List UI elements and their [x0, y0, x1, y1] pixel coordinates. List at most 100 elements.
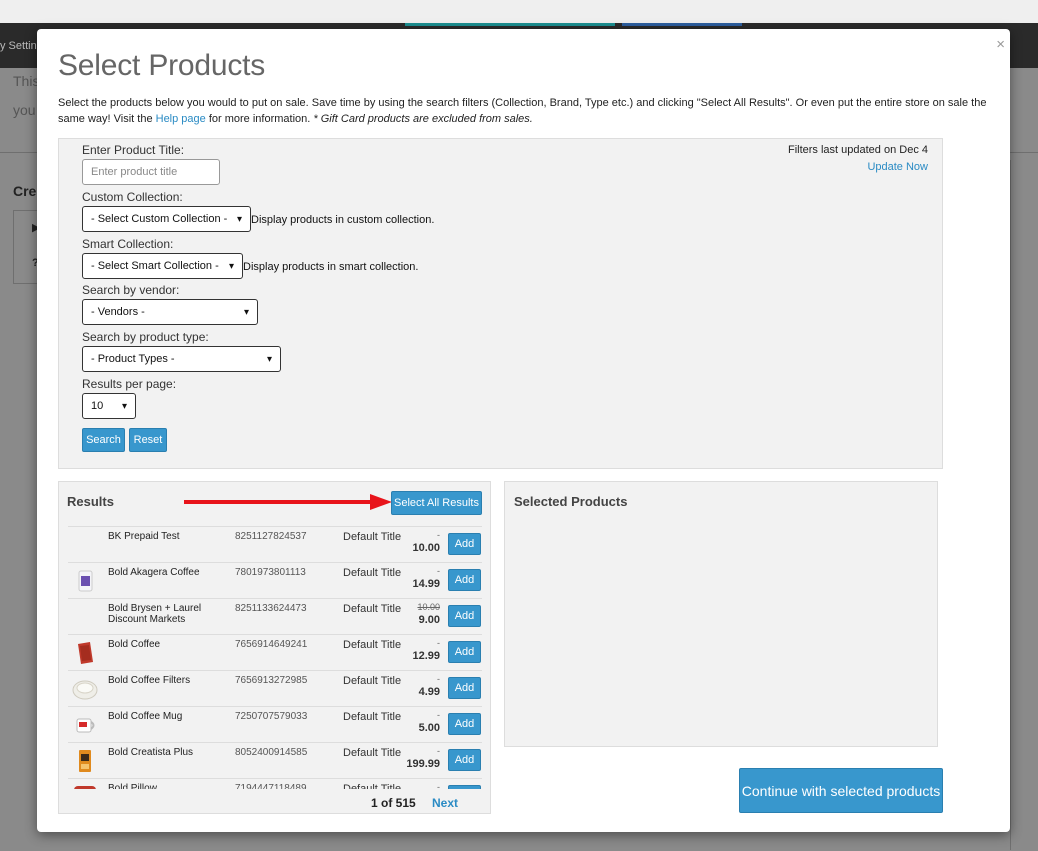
- product-name: Bold Akagera Coffee: [108, 567, 200, 578]
- custom-collection-select[interactable]: - Select Custom Collection - ▾: [82, 206, 251, 232]
- help-page-link[interactable]: Help page: [156, 113, 206, 125]
- original-price: -: [437, 530, 440, 540]
- product-sku: 7194447118489: [235, 783, 307, 789]
- product-thumbnail: [70, 676, 100, 702]
- chevron-down-icon: ▾: [228, 260, 234, 272]
- results-per-page-value: 10: [91, 400, 104, 412]
- select-products-modal: × Select Products Select the products be…: [37, 29, 1010, 832]
- close-button[interactable]: ×: [996, 37, 1005, 52]
- filters-updated-text: Filters last updated on Dec 4: [787, 144, 928, 156]
- add-product-button[interactable]: Add: [448, 785, 481, 789]
- product-sku: 7656913272985: [235, 675, 308, 686]
- product-sku: 8251127824537: [235, 531, 307, 542]
- custom-collection-value: - Select Custom Collection -: [91, 213, 228, 225]
- product-variant: Default Title: [343, 567, 402, 579]
- product-thumbnail: [70, 640, 100, 666]
- background-heading: Cre: [13, 183, 37, 199]
- add-product-button[interactable]: Add: [448, 533, 481, 555]
- product-type-select[interactable]: - Product Types - ▾: [82, 346, 281, 372]
- search-button[interactable]: Search: [82, 428, 125, 452]
- product-variant: Default Title: [343, 603, 402, 615]
- select-all-results-button[interactable]: Select All Results: [391, 491, 482, 515]
- vendor-value: - Vendors -: [91, 306, 145, 318]
- red-arrow-icon: [184, 494, 392, 510]
- product-variant: Default Title: [343, 675, 402, 687]
- results-title: Results: [67, 494, 114, 509]
- product-thumbnail: [70, 604, 100, 630]
- product-thumbnail: [70, 712, 100, 738]
- product-price: 12.99: [412, 650, 440, 662]
- background-top-bar: [0, 0, 1038, 23]
- custom-collection-label: Custom Collection:: [82, 190, 183, 204]
- add-product-button[interactable]: Add: [448, 569, 481, 591]
- add-product-button[interactable]: Add: [448, 749, 481, 771]
- smart-collection-note: Display products in smart collection.: [243, 261, 419, 273]
- product-thumbnail: [70, 784, 100, 789]
- product-price: 10.00: [412, 542, 440, 554]
- table-row: BK Prepaid Test 8251127824537 Default Titl…: [68, 527, 482, 563]
- product-thumbnail: [70, 532, 100, 558]
- product-sku: 8251133624473: [235, 603, 307, 614]
- product-sku: 7250707579033: [235, 711, 308, 722]
- original-price: -: [437, 710, 440, 720]
- filter-panel: Filters last updated on Dec 4 Update Now…: [58, 138, 943, 469]
- product-price: 9.00: [418, 614, 440, 626]
- product-name: Bold Creatista Plus: [108, 747, 194, 758]
- product-thumbnail: [70, 568, 100, 594]
- modal-title: Select Products: [58, 49, 266, 82]
- background-tab-highlight: [405, 23, 615, 26]
- product-variant: Default Title: [343, 747, 402, 759]
- original-price: -: [437, 638, 440, 648]
- table-row: Bold Akagera Coffee 7801973801113 Default …: [68, 563, 482, 599]
- background-tab-highlight-2: [622, 23, 742, 26]
- product-price: 14.99: [412, 578, 440, 590]
- product-type-value: - Product Types -: [91, 353, 175, 365]
- add-product-button[interactable]: Add: [448, 641, 481, 663]
- product-variant: Default Title: [343, 783, 402, 789]
- product-sku: 7801973801113: [235, 567, 306, 578]
- product-variant: Default Title: [343, 639, 402, 651]
- chevron-down-icon: ▾: [236, 213, 242, 225]
- product-title-label: Enter Product Title:: [82, 143, 185, 157]
- reset-button[interactable]: Reset: [129, 428, 167, 452]
- vendor-label: Search by vendor:: [82, 283, 180, 297]
- product-price: 5.00: [418, 722, 440, 734]
- table-row: Bold Coffee 7656914649241 Default Title - 12…: [68, 635, 482, 671]
- product-name: Bold Coffee Mug: [108, 711, 183, 722]
- product-name: Bold Coffee Filters: [108, 675, 191, 686]
- table-row: Bold Coffee Filters 7656913272985 Default …: [68, 671, 482, 707]
- results-per-page-select[interactable]: 10 ▾: [82, 393, 136, 419]
- chevron-down-icon: ▾: [266, 353, 272, 365]
- chevron-down-icon: ▾: [243, 306, 249, 318]
- next-page-link[interactable]: Next: [432, 796, 458, 810]
- table-row: Bold Coffee Mug 7250707579033 Default Titl…: [68, 707, 482, 743]
- results-panel: Results Select All Results BK Prepaid Te…: [58, 481, 491, 814]
- product-variant: Default Title: [343, 531, 402, 543]
- results-list: BK Prepaid Test 8251127824537 Default Titl…: [68, 526, 482, 789]
- selected-products-title: Selected Products: [514, 494, 628, 509]
- product-name: Bold Coffee: [108, 639, 161, 650]
- continue-button[interactable]: Continue with selected products: [739, 768, 943, 813]
- product-title-input[interactable]: [82, 159, 220, 185]
- product-price: 4.99: [418, 686, 440, 698]
- add-product-button[interactable]: Add: [448, 677, 481, 699]
- table-row: Bold Pillow 7194447118489 Default Title - Ad…: [68, 779, 482, 789]
- original-price: -: [437, 566, 440, 576]
- description-text: for more information.: [205, 113, 314, 125]
- product-name: Bold Pillow: [108, 783, 157, 789]
- smart-collection-value: - Select Smart Collection -: [91, 260, 219, 272]
- modal-description: Select the products below you would to p…: [58, 95, 988, 127]
- pagination-text: 1 of 515: [371, 796, 416, 810]
- product-sku: 8052400914585: [235, 747, 308, 758]
- vendor-select[interactable]: - Vendors - ▾: [82, 299, 258, 325]
- background-box: ▶ ?: [13, 210, 40, 284]
- smart-collection-select[interactable]: - Select Smart Collection - ▾: [82, 253, 243, 279]
- add-product-button[interactable]: Add: [448, 713, 481, 735]
- custom-collection-note: Display products in custom collection.: [251, 214, 435, 226]
- original-price: -: [437, 674, 440, 684]
- add-product-button[interactable]: Add: [448, 605, 481, 627]
- product-type-label: Search by product type:: [82, 330, 209, 344]
- original-price: 10.00: [417, 602, 440, 612]
- update-now-link[interactable]: Update Now: [867, 161, 928, 173]
- product-variant: Default Title: [343, 711, 402, 723]
